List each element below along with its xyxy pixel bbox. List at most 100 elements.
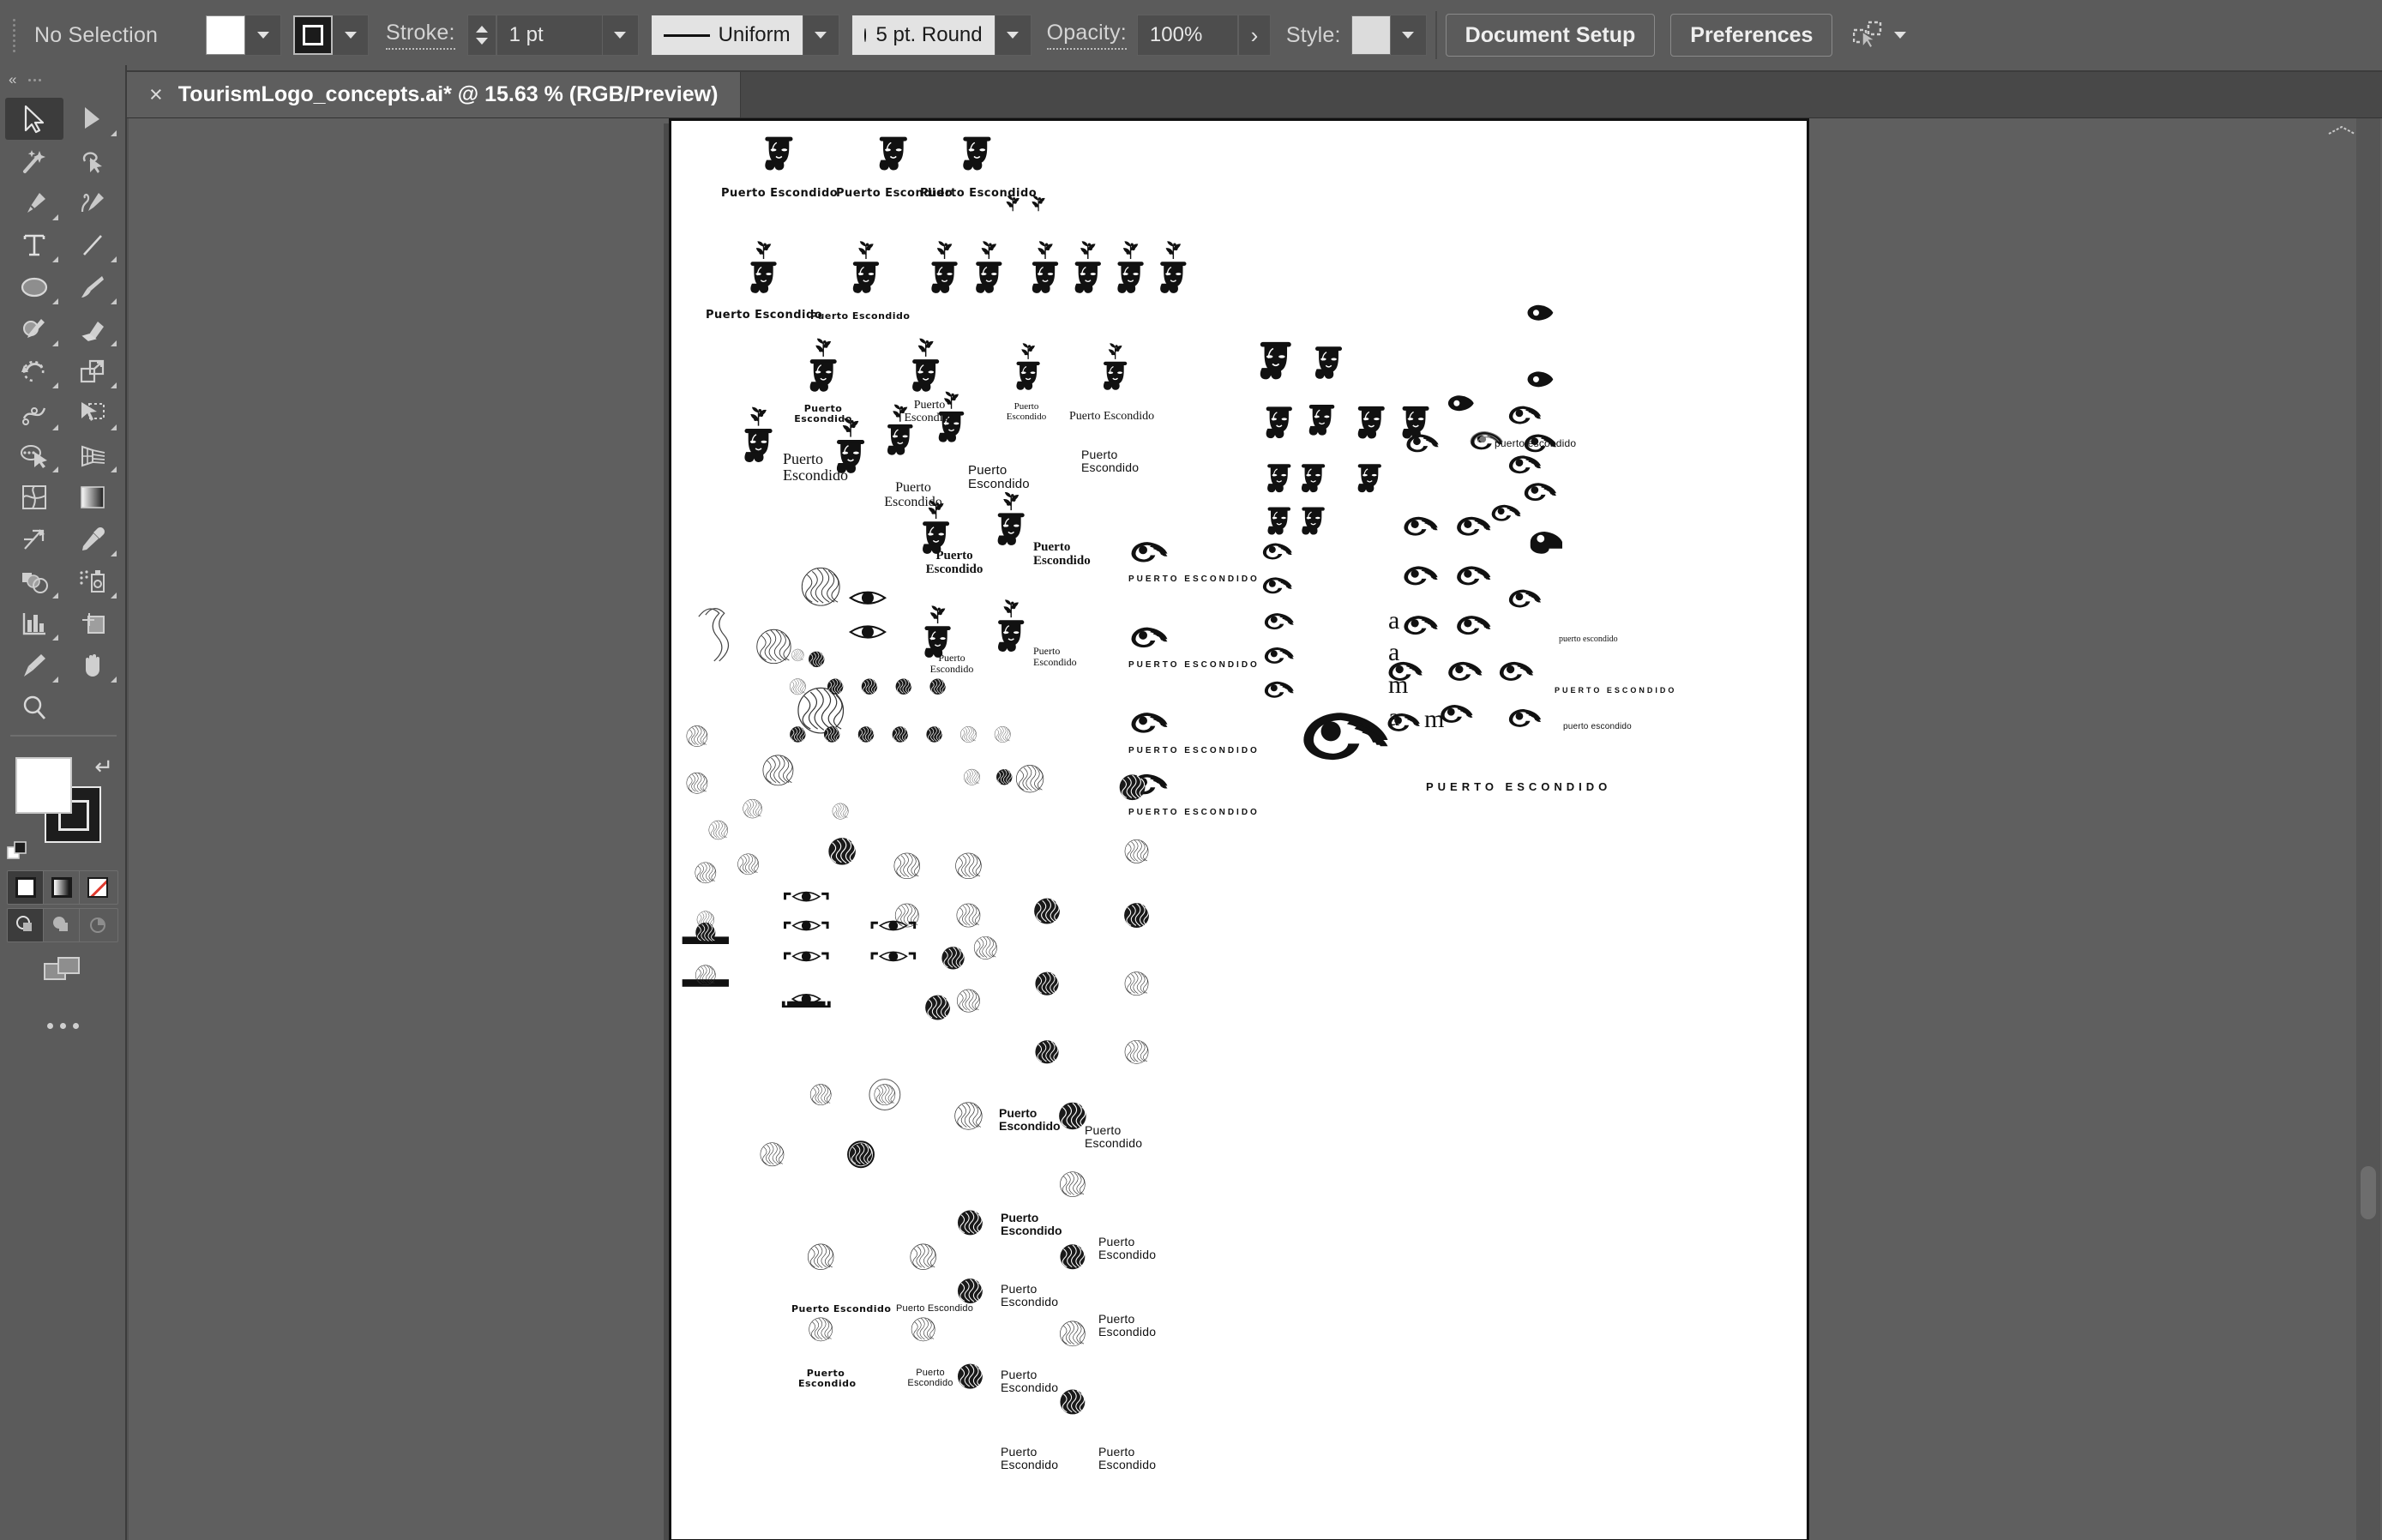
logo-caption: PUERTO ESCONDIDO <box>1128 660 1260 670</box>
stroke-profile-control[interactable]: Uniform <box>650 15 839 56</box>
stroke-color-picker[interactable] <box>293 15 369 56</box>
brush-definition-text: 5 pt. Round <box>875 23 983 46</box>
change-screen-mode-icon <box>44 957 80 980</box>
screen-mode-button[interactable] <box>0 946 125 994</box>
default-fill-stroke-icon[interactable] <box>7 841 29 863</box>
graphic-style-picker[interactable] <box>1350 15 1427 56</box>
width-warp-tool[interactable] <box>5 392 63 434</box>
shape-builder-tool[interactable] <box>5 434 63 476</box>
collapse-icon[interactable]: « <box>9 71 16 88</box>
toolbar-collapse-handle[interactable]: « <box>0 65 125 94</box>
canvas-area[interactable]: Puerto Escondido Puerto Escondido Puerto… <box>129 118 2382 1540</box>
fill-dropdown-chevron[interactable] <box>245 15 281 56</box>
align-to-control[interactable] <box>1853 21 1907 50</box>
column-graph-tool[interactable] <box>5 602 63 644</box>
swap-fill-stroke-icon[interactable]: ↵ <box>94 754 113 780</box>
logo-caption: Puerto Escondido <box>810 310 911 322</box>
hand-tool[interactable] <box>63 644 122 686</box>
stroke-weight-label[interactable]: Stroke: <box>386 21 455 50</box>
artboard-icon <box>82 612 105 634</box>
close-icon[interactable]: × <box>149 83 163 106</box>
vertical-scrollbar[interactable] <box>2356 118 2380 1540</box>
stroke-weight-control[interactable]: 1 pt <box>466 15 639 56</box>
logo-caption: Puerto Escondido <box>706 309 823 322</box>
logo-caption: PUERTO ESCONDIDO <box>1128 574 1260 584</box>
toolbar-fill-swatch[interactable] <box>15 757 72 814</box>
perspective-grid-tool[interactable] <box>63 434 122 476</box>
stroke-weight-chevron[interactable] <box>602 15 639 56</box>
draw-normal-button[interactable] <box>8 909 44 941</box>
shaper-tool[interactable] <box>5 308 63 350</box>
gradient-mode-button[interactable] <box>44 871 80 904</box>
opacity-expand-button[interactable]: › <box>1237 15 1271 56</box>
type-specimen: a <box>1388 606 1400 635</box>
document-tab[interactable]: × TourismLogo_concepts.ai* @ 15.63 % (RG… <box>127 72 742 117</box>
curvature-tool[interactable] <box>63 182 122 224</box>
stroke-dropdown-chevron[interactable] <box>333 15 369 56</box>
selection-tool[interactable] <box>5 98 63 140</box>
direct-selection-arrow-icon <box>85 106 99 129</box>
artboard-tool[interactable] <box>63 602 122 644</box>
gradient-tool[interactable] <box>63 476 122 518</box>
edit-toolbar-button[interactable] <box>0 1004 125 1047</box>
document-setup-button[interactable]: Document Setup <box>1445 14 1656 57</box>
logo-caption: Puerto Escondido <box>925 549 983 576</box>
logo-caption: Puerto Escondido <box>999 1106 1061 1133</box>
logo-caption: Puerto Escondido <box>794 403 852 424</box>
logo-caption: Puerto Escondido <box>1069 410 1155 423</box>
free-transform-tool[interactable] <box>63 392 122 434</box>
fill-color-picker[interactable] <box>206 15 281 56</box>
ellipse-tool[interactable] <box>5 266 63 308</box>
scroll-up-indicator[interactable] <box>2327 123 2356 137</box>
stroke-profile-value[interactable]: Uniform <box>650 15 803 56</box>
stroke-weight-stepper[interactable] <box>466 15 496 56</box>
live-paint-bucket-tool[interactable] <box>5 560 63 602</box>
stroke-weight-value[interactable]: 1 pt <box>496 15 603 56</box>
artboard[interactable]: Puerto Escondido Puerto Escondido Puerto… <box>669 118 1809 1540</box>
toolbar-grip[interactable] <box>28 78 42 81</box>
magic-wand-tool[interactable] <box>5 140 63 182</box>
style-swatch[interactable] <box>1350 15 1391 55</box>
line-icon <box>83 234 102 256</box>
type-T-icon <box>23 234 45 256</box>
mesh-tool[interactable] <box>5 476 63 518</box>
stroke-swatch[interactable] <box>293 15 333 55</box>
stroke-profile-chevron[interactable] <box>803 15 839 56</box>
uniform-profile-icon <box>663 33 710 37</box>
symbol-sprayer-tool[interactable] <box>63 560 122 602</box>
draw-normal-icon <box>15 916 32 931</box>
align-to-selection-icon <box>1853 21 1882 50</box>
lasso-tool[interactable] <box>63 140 122 182</box>
opacity-value[interactable]: 100% <box>1136 15 1238 56</box>
draw-inside-button[interactable] <box>80 909 116 941</box>
none-mode-button[interactable] <box>80 871 116 904</box>
preferences-button[interactable]: Preferences <box>1670 14 1833 57</box>
zoom-tool[interactable] <box>5 686 63 728</box>
eyedropper-tool[interactable] <box>63 518 122 560</box>
paintbrush-tool[interactable] <box>63 266 122 308</box>
type-tool[interactable] <box>5 224 63 266</box>
brush-definition-chevron[interactable] <box>995 15 1032 56</box>
fill-swatch[interactable] <box>206 15 245 55</box>
blend-tool[interactable] <box>5 518 63 560</box>
pen-tool[interactable] <box>5 182 63 224</box>
hand-icon <box>86 653 99 677</box>
opacity-label[interactable]: Opacity: <box>1046 21 1127 50</box>
direct-selection-tool[interactable] <box>63 98 122 140</box>
vertical-scrollbar-thumb[interactable] <box>2361 1166 2376 1219</box>
draw-behind-button[interactable] <box>44 909 80 941</box>
round-brush-icon <box>863 28 866 42</box>
gradient-icon <box>81 485 105 508</box>
slice-tool[interactable] <box>5 644 63 686</box>
align-to-chevron[interactable] <box>1894 32 1907 39</box>
color-mode-button[interactable] <box>8 871 44 904</box>
line-segment-tool[interactable] <box>63 224 122 266</box>
control-bar-grip[interactable] <box>7 13 21 57</box>
brush-definition-value[interactable]: 5 pt. Round <box>851 15 996 56</box>
logo-caption: Puerto Escondido <box>1001 1282 1059 1308</box>
eraser-tool[interactable] <box>63 308 122 350</box>
style-chevron[interactable] <box>1390 15 1427 56</box>
rotate-tool[interactable] <box>5 350 63 392</box>
brush-definition-control[interactable]: 5 pt. Round <box>851 15 1032 56</box>
scale-tool[interactable] <box>63 350 122 392</box>
